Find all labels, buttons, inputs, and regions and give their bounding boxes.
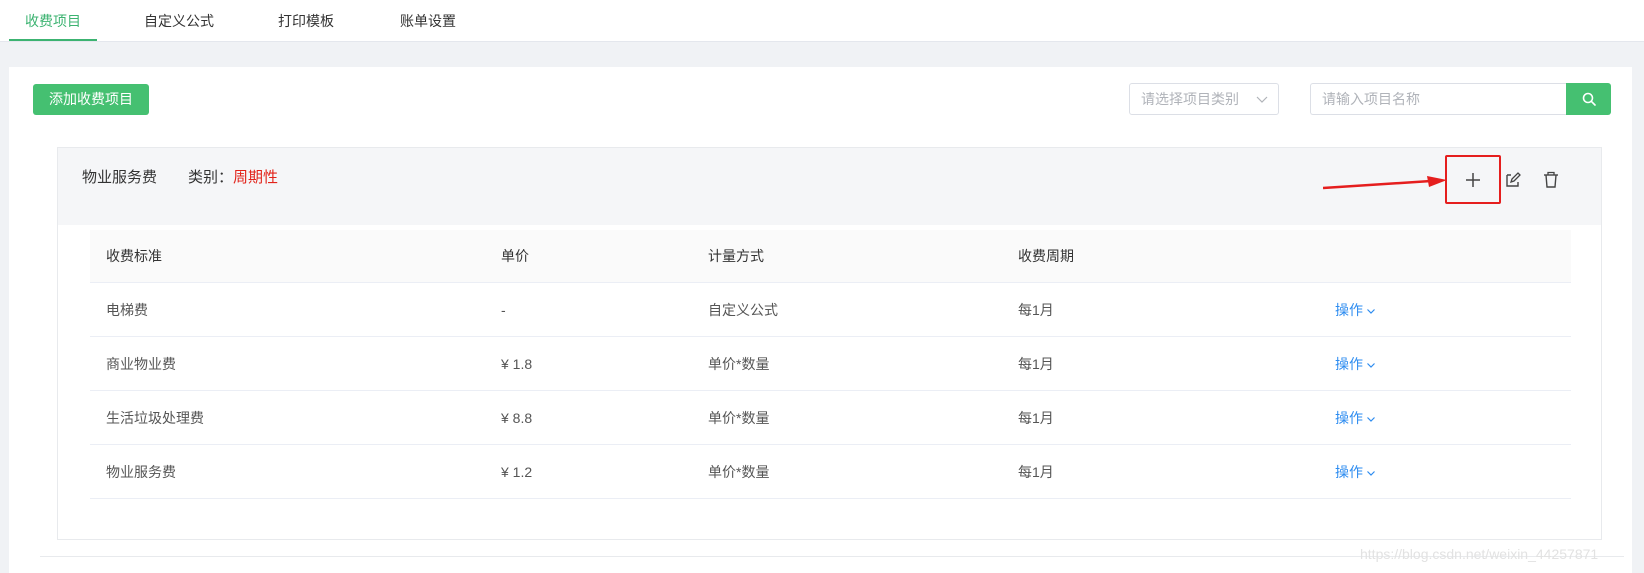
add-charge-item-button[interactable]: 添加收费项目 xyxy=(33,84,149,115)
cell-standard: 生活垃圾处理费 xyxy=(106,410,204,426)
category-select[interactable]: 请选择项目类别 xyxy=(1129,83,1279,115)
cell-price: ¥ 1.2 xyxy=(501,464,533,480)
row-action-label: 操作 xyxy=(1335,410,1363,426)
chevron-down-icon xyxy=(1367,471,1375,477)
tab-bar: 收费项目 自定义公式 打印模板 账单设置 xyxy=(0,0,1644,42)
table-row: 生活垃圾处理费 ¥ 8.8 单价*数量 每1月 操作 xyxy=(90,391,1571,445)
category-select-placeholder: 请选择项目类别 xyxy=(1141,91,1239,107)
active-tab-indicator xyxy=(9,39,97,41)
edit-icon[interactable] xyxy=(1499,167,1525,193)
tab-charge-items[interactable]: 收费项目 xyxy=(9,0,97,42)
cell-standard: 商业物业费 xyxy=(106,356,176,372)
trash-icon[interactable] xyxy=(1538,167,1564,193)
table-row: 商业物业费 ¥ 1.8 单价*数量 每1月 操作 xyxy=(90,337,1571,391)
row-action-label: 操作 xyxy=(1335,464,1363,480)
watermark-text: https://blog.csdn.net/weixin_44257871 xyxy=(1360,546,1599,562)
column-header-cycle: 收费周期 xyxy=(1018,248,1074,264)
search-icon xyxy=(1582,92,1596,106)
arrow-annotation xyxy=(1323,176,1447,190)
cell-method: 单价*数量 xyxy=(708,410,770,426)
cell-method: 单价*数量 xyxy=(708,464,770,480)
chevron-down-icon xyxy=(1367,309,1375,315)
left-gutter xyxy=(0,67,9,573)
card-header: 物业服务费 类别： 周期性 xyxy=(58,148,1601,225)
chevron-down-icon xyxy=(1367,417,1375,423)
row-action-label: 操作 xyxy=(1335,302,1363,318)
search-input[interactable] xyxy=(1310,83,1566,115)
row-action-dropdown[interactable]: 操作 xyxy=(1335,354,1376,374)
cell-standard: 电梯费 xyxy=(106,302,148,318)
row-action-dropdown[interactable]: 操作 xyxy=(1335,408,1376,428)
charge-item-card: 物业服务费 类别： 周期性 收费标准 单价 计量方式 收费周期 电梯费 - 自定… xyxy=(57,147,1602,540)
table-header: 收费标准 单价 计量方式 收费周期 xyxy=(90,230,1571,283)
category-label: 类别： xyxy=(188,169,234,186)
cell-cycle: 每1月 xyxy=(1018,464,1054,480)
tab-custom-formula[interactable]: 自定义公式 xyxy=(134,0,224,42)
cell-price: ¥ 1.8 xyxy=(501,356,533,372)
cell-price: - xyxy=(501,302,506,318)
chevron-down-icon xyxy=(1367,363,1375,369)
right-gutter xyxy=(1632,67,1644,573)
plus-icon[interactable] xyxy=(1460,167,1486,193)
cell-method: 自定义公式 xyxy=(708,302,778,318)
tab-bill-settings[interactable]: 账单设置 xyxy=(390,0,466,42)
content-gap xyxy=(0,42,1644,67)
column-header-method: 计量方式 xyxy=(708,248,764,264)
column-header-standard: 收费标准 xyxy=(106,248,162,264)
table-row: 电梯费 - 自定义公式 每1月 操作 xyxy=(90,283,1571,337)
row-action-dropdown[interactable]: 操作 xyxy=(1335,462,1376,482)
charge-item-title: 物业服务费 xyxy=(82,169,158,186)
cell-standard: 物业服务费 xyxy=(106,464,176,480)
column-header-price: 单价 xyxy=(501,248,529,264)
row-action-dropdown[interactable]: 操作 xyxy=(1335,300,1376,320)
cell-price: ¥ 8.8 xyxy=(501,410,533,426)
cell-cycle: 每1月 xyxy=(1018,356,1054,372)
table-row: 物业服务费 ¥ 1.2 单价*数量 每1月 操作 xyxy=(90,445,1571,499)
row-action-label: 操作 xyxy=(1335,356,1363,372)
cell-cycle: 每1月 xyxy=(1018,410,1054,426)
chevron-down-icon xyxy=(1256,96,1268,103)
category-value: 周期性 xyxy=(233,169,279,186)
tab-print-template[interactable]: 打印模板 xyxy=(268,0,344,42)
search-button[interactable] xyxy=(1566,83,1611,115)
cell-cycle: 每1月 xyxy=(1018,302,1054,318)
cell-method: 单价*数量 xyxy=(708,356,770,372)
